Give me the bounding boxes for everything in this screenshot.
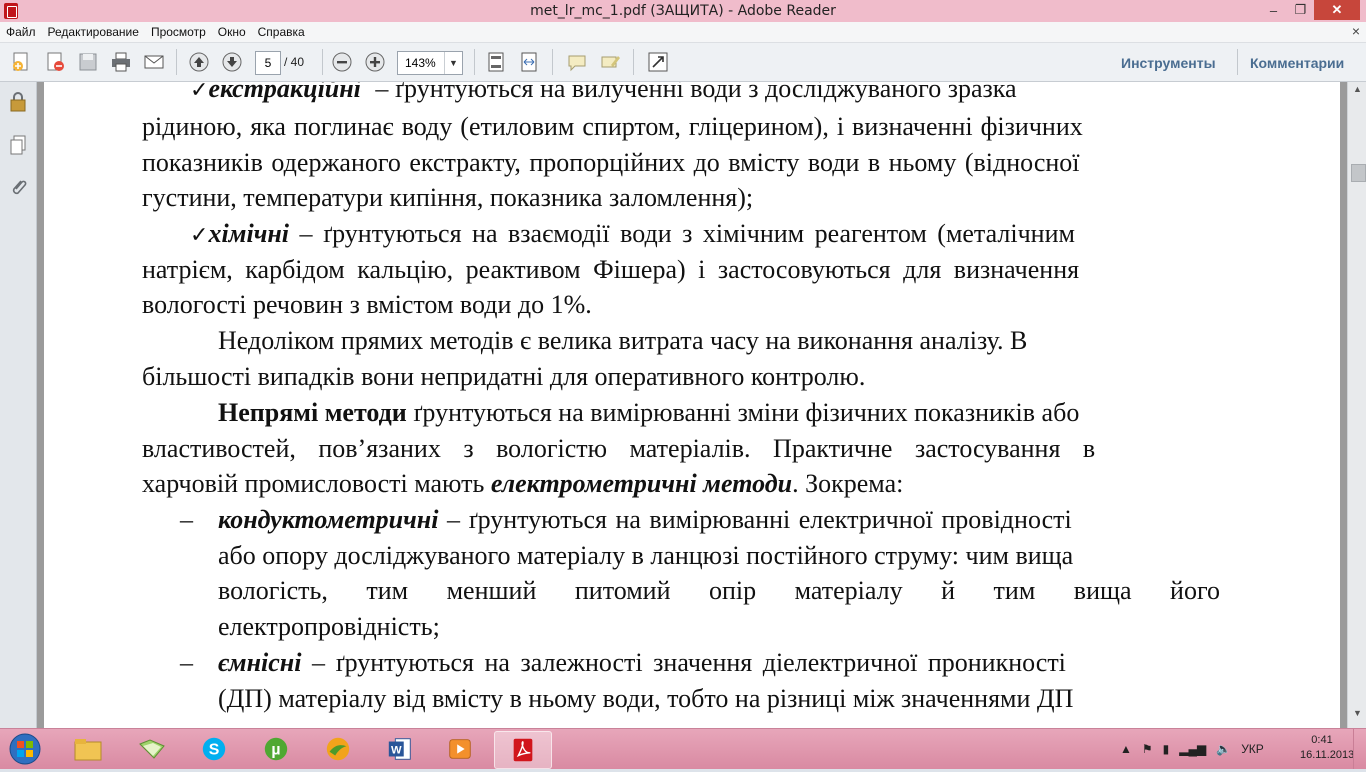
zoom-in-icon[interactable]	[362, 49, 388, 75]
folder-icon[interactable]	[124, 731, 180, 767]
toolbar: 5 / 40 143% ▼ Инструменты Комментарии	[0, 43, 1366, 82]
menu-bar: Файл Редактирование Просмотр Окно Справк…	[0, 22, 1366, 43]
highlight-icon[interactable]	[597, 49, 623, 75]
comment-note-icon[interactable]	[564, 49, 590, 75]
text-line: Непрямі методи ґрунтуються на вимірюванн…	[218, 398, 1080, 427]
full-screen-icon[interactable]	[645, 49, 671, 75]
save-icon[interactable]	[75, 49, 101, 75]
show-hidden-icons-icon[interactable]: ▲	[1120, 742, 1132, 756]
volume-icon[interactable]: 🔈	[1216, 742, 1231, 756]
menu-view[interactable]: Просмотр	[145, 25, 212, 39]
menu-help[interactable]: Справка	[252, 25, 311, 39]
fit-width-icon[interactable]	[516, 49, 542, 75]
attachments-icon[interactable]	[8, 176, 28, 198]
scroll-thumb[interactable]	[1351, 164, 1366, 182]
checkmark-icon: ✓	[190, 82, 209, 103]
window-title: met_lr_mc_1.pdf (ЗАЩИТА) - Adobe Reader	[530, 3, 836, 19]
battery-icon[interactable]: ▮	[1163, 742, 1170, 756]
comments-link[interactable]: Комментарии	[1250, 55, 1344, 71]
vertical-scrollbar[interactable]: ▲ ▼	[1347, 82, 1366, 728]
minimize-button[interactable]: –	[1260, 0, 1287, 20]
scroll-up-icon[interactable]: ▲	[1348, 84, 1366, 100]
text-line: ✓ екстракційні – ґрунтуються на вилученн…	[190, 82, 1252, 104]
adobe-reader-taskbar-icon[interactable]	[494, 731, 552, 769]
text-line: вологість, тим менший питомий опір матер…	[218, 576, 1220, 605]
zoom-value: 143%	[405, 56, 436, 70]
scroll-down-icon[interactable]: ▼	[1348, 708, 1366, 724]
svg-text:W: W	[391, 745, 402, 757]
page-number-input[interactable]: 5	[255, 51, 281, 75]
text-line: – кондуктометричні – ґрунтуються на вимір…	[180, 505, 1072, 534]
text-line: вологості речовин з вмістом води до 1%.	[142, 290, 592, 319]
previous-page-icon[interactable]	[186, 49, 212, 75]
media-app-icon[interactable]	[310, 731, 366, 767]
utorrent-icon[interactable]: µ	[248, 731, 304, 767]
print-icon[interactable]	[108, 49, 134, 75]
system-tray: ▲ ⚑ ▮ ▂▄▆ 🔈 УКР	[1120, 729, 1274, 769]
flag-icon[interactable]: ⚑	[1142, 742, 1153, 756]
close-button[interactable]: ✕	[1314, 0, 1360, 20]
page-total: / 40	[284, 55, 305, 69]
language-indicator[interactable]: УКР	[1241, 742, 1264, 756]
tools-link[interactable]: Инструменты	[1121, 55, 1216, 71]
text-line: показників одержаного екстракту, пропорц…	[142, 148, 1080, 177]
create-pdf-icon[interactable]	[8, 49, 34, 75]
zoom-select[interactable]: 143% ▼	[397, 51, 463, 75]
text-line: (ДП) матеріалу від вмісту в ньому води, …	[218, 684, 1074, 713]
edit-pdf-icon[interactable]	[42, 49, 68, 75]
page-thumbnails-icon[interactable]	[8, 134, 28, 156]
text-line: натрієм, карбідом кальцію, реактивом Фіш…	[142, 255, 1080, 284]
maximize-button[interactable]: ❐	[1287, 0, 1314, 20]
fit-page-icon[interactable]	[483, 49, 509, 75]
chevron-down-icon[interactable]: ▼	[444, 52, 462, 74]
close-document-button[interactable]: ×	[1352, 23, 1360, 39]
clock[interactable]: 0:41 16.11.2013	[1300, 733, 1355, 763]
zoom-out-icon[interactable]	[329, 49, 355, 75]
svg-text:S: S	[209, 742, 220, 759]
text-line: рідиною, яка поглинає воду (етиловим спи…	[142, 112, 1083, 141]
text-line: харчовій промисловості мають електрометр…	[142, 469, 904, 498]
checkmark-icon: ✓	[190, 223, 209, 248]
text-line: Недоліком прямих методів є велика витрат…	[218, 326, 1028, 355]
text-line: або опору досліджуваного матеріалу в лан…	[218, 541, 1074, 570]
lock-icon[interactable]	[8, 90, 28, 112]
skype-icon[interactable]: S	[186, 731, 242, 767]
email-icon[interactable]	[141, 49, 167, 75]
clock-date: 16.11.2013	[1300, 749, 1355, 761]
text-line: – ємнісні – ґрунтуються на залежності зна…	[180, 648, 1066, 677]
clock-time: 0:41	[1311, 734, 1333, 746]
word-icon[interactable]: W	[372, 731, 428, 767]
navigation-pane	[0, 82, 37, 728]
show-desktop-button[interactable]	[1353, 729, 1366, 769]
menu-window[interactable]: Окно	[212, 25, 252, 39]
video-player-icon[interactable]	[432, 731, 488, 767]
title-bar: met_lr_mc_1.pdf (ЗАЩИТА) - Adobe Reader …	[0, 0, 1366, 23]
next-page-icon[interactable]	[219, 49, 245, 75]
menu-file[interactable]: Файл	[0, 25, 42, 39]
explorer-icon[interactable]	[60, 731, 116, 767]
pdf-page[interactable]: ✓ екстракційні – ґрунтуються на вилученн…	[44, 82, 1340, 728]
text-line: більшості випадків вони непридатні для о…	[142, 362, 866, 391]
svg-text:µ: µ	[271, 742, 280, 759]
start-button[interactable]	[4, 731, 46, 767]
text-line: ✓ хімічні – ґрунтуються на взаємодії вод…	[190, 219, 1075, 248]
menu-edit[interactable]: Редактирование	[42, 25, 145, 39]
network-icon[interactable]: ▂▄▆	[1179, 742, 1206, 756]
taskbar: S µ W ▲ ⚑ ▮ ▂▄▆ 🔈 УКР 0:41 16.11.2013	[0, 728, 1366, 769]
text-line: властивостей, пов’язаних з вологістю мат…	[142, 434, 1096, 463]
text-line: густини, температури кипіння, показника …	[142, 183, 754, 212]
text-line: електропровідність;	[218, 612, 440, 641]
